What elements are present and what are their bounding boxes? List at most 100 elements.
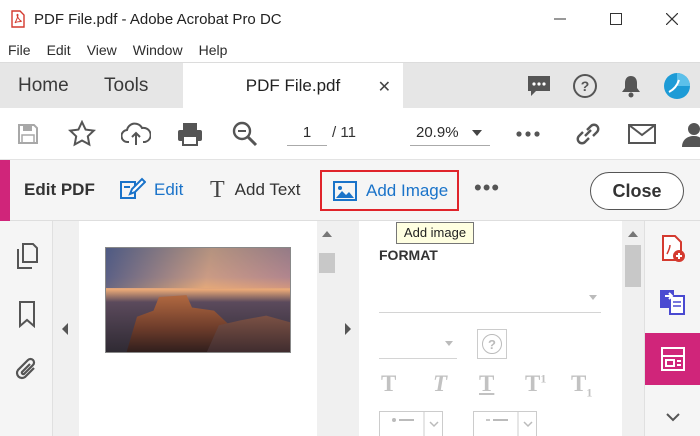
account-avatar[interactable] xyxy=(654,63,700,109)
scroll-thumb[interactable] xyxy=(319,253,335,273)
tool-accent-strip xyxy=(0,160,10,221)
close-icon xyxy=(666,13,678,25)
scroll-up-arrow-icon[interactable] xyxy=(628,231,638,237)
bookmarks-button[interactable] xyxy=(12,299,42,329)
share-people-button[interactable] xyxy=(676,118,700,150)
tab-document-label: PDF File.pdf xyxy=(245,76,341,95)
format-panel: FORMAT ? T T T T1 T1 xyxy=(359,221,622,436)
acrobat-logo-icon xyxy=(10,10,26,28)
tab-document[interactable]: PDF File.pdf ✕ xyxy=(183,63,403,109)
edit-pdf-tool-button[interactable] xyxy=(645,333,700,385)
add-image-label: Add Image xyxy=(366,180,449,200)
edit-pencil-icon xyxy=(120,177,146,199)
more-dots-icon xyxy=(516,131,540,137)
zoom-select[interactable]: 20.9% xyxy=(410,120,490,146)
superscript-button[interactable]: T1 xyxy=(525,371,546,397)
edit-button[interactable]: Edit xyxy=(118,172,183,208)
attachments-button[interactable] xyxy=(12,355,42,385)
upload-cloud-button[interactable] xyxy=(120,118,152,150)
bookmark-star-button[interactable] xyxy=(66,118,98,150)
zoom-search-button[interactable] xyxy=(229,118,261,150)
page-total: / 11 xyxy=(332,124,356,141)
sky-clouds xyxy=(106,248,290,288)
document-scrollbar[interactable] xyxy=(317,221,337,436)
text-t-icon: T xyxy=(210,176,225,203)
notifications-button[interactable] xyxy=(608,63,654,109)
minimize-icon xyxy=(554,18,566,20)
create-pdf-button[interactable] xyxy=(655,231,691,267)
page-thumbnails-button[interactable] xyxy=(12,241,42,271)
canyon-photo[interactable] xyxy=(105,247,291,353)
add-image-tooltip: Add image xyxy=(396,222,474,244)
pages-icon xyxy=(17,243,38,269)
more-tools-button[interactable] xyxy=(512,118,544,150)
menu-help[interactable]: Help xyxy=(199,42,228,58)
maximize-button[interactable] xyxy=(588,0,644,38)
add-image-button[interactable]: Add Image xyxy=(320,170,459,211)
subscript-mark: 1 xyxy=(586,385,593,400)
create-pdf-icon xyxy=(662,235,685,262)
main-toolbar: 1 / 11 20.9% xyxy=(0,108,700,160)
zoom-value: 20.9% xyxy=(416,124,459,141)
bold-button[interactable]: T xyxy=(381,371,396,397)
menu-view[interactable]: View xyxy=(87,42,117,58)
chevron-left-icon xyxy=(62,323,68,335)
chevron-down-icon xyxy=(666,413,680,422)
chevron-down-icon xyxy=(445,341,453,346)
email-button[interactable] xyxy=(626,118,658,150)
collapse-right-panel-handle[interactable] xyxy=(337,221,359,436)
question-icon: ? xyxy=(573,74,597,98)
numbered-list-select[interactable] xyxy=(473,411,537,436)
format-panel-scrollbar[interactable] xyxy=(622,221,644,436)
help-button[interactable]: ? xyxy=(562,63,608,109)
window-title: PDF File.pdf - Adobe Acrobat Pro DC xyxy=(34,10,282,28)
close-window-button[interactable] xyxy=(644,0,700,38)
save-button[interactable] xyxy=(12,118,44,150)
bookmark-icon xyxy=(19,301,35,328)
bullet-list-select[interactable] xyxy=(379,411,443,436)
page-number-input[interactable]: 1 xyxy=(287,120,327,146)
right-tools-rail xyxy=(644,221,700,436)
format-help-button[interactable]: ? xyxy=(477,329,507,359)
chevron-down-icon xyxy=(472,130,482,136)
bullet-list-icon xyxy=(392,412,439,436)
more-tools-expand-button[interactable] xyxy=(655,399,691,435)
person-icon xyxy=(682,123,700,147)
close-tool-button[interactable]: Close xyxy=(590,172,684,210)
magnifier-icon xyxy=(232,121,258,147)
document-view[interactable] xyxy=(79,221,317,436)
font-family-select[interactable] xyxy=(379,283,601,313)
add-text-button[interactable]: T Add Text xyxy=(210,172,301,208)
format-heading: FORMAT xyxy=(379,247,438,263)
export-pdf-button[interactable] xyxy=(655,283,691,319)
minimize-button[interactable] xyxy=(532,0,588,38)
chevron-right-icon xyxy=(345,323,351,335)
star-icon xyxy=(68,120,96,147)
menu-window[interactable]: Window xyxy=(133,42,183,58)
collapse-left-panel-handle[interactable] xyxy=(53,221,79,436)
maximize-icon xyxy=(610,13,622,25)
share-link-button[interactable] xyxy=(572,118,604,150)
more-options-button[interactable]: ••• xyxy=(474,177,500,199)
export-pdf-icon xyxy=(660,290,685,315)
subscript-button[interactable]: T1 xyxy=(571,371,592,401)
comment-button[interactable] xyxy=(516,63,562,109)
scroll-thumb[interactable] xyxy=(625,245,641,287)
font-size-select[interactable] xyxy=(379,329,457,359)
print-button[interactable] xyxy=(174,118,206,150)
left-navigation-rail xyxy=(0,221,53,436)
close-tab-icon[interactable]: ✕ xyxy=(378,77,391,97)
paperclip-icon xyxy=(15,357,36,380)
superscript-mark: 1 xyxy=(540,371,547,386)
superscript-t: T xyxy=(525,371,541,396)
avatar-icon xyxy=(664,73,690,99)
scroll-up-arrow-icon[interactable] xyxy=(322,231,332,237)
menu-file[interactable]: File xyxy=(8,42,31,58)
menu-bar: File Edit View Window Help xyxy=(0,38,700,62)
menu-edit[interactable]: Edit xyxy=(47,42,71,58)
italic-button[interactable]: T xyxy=(433,371,447,397)
tab-tools[interactable]: Tools xyxy=(104,63,148,109)
question-icon: ? xyxy=(482,334,502,354)
underline-button[interactable]: T xyxy=(479,371,494,397)
tab-home[interactable]: Home xyxy=(18,63,69,109)
